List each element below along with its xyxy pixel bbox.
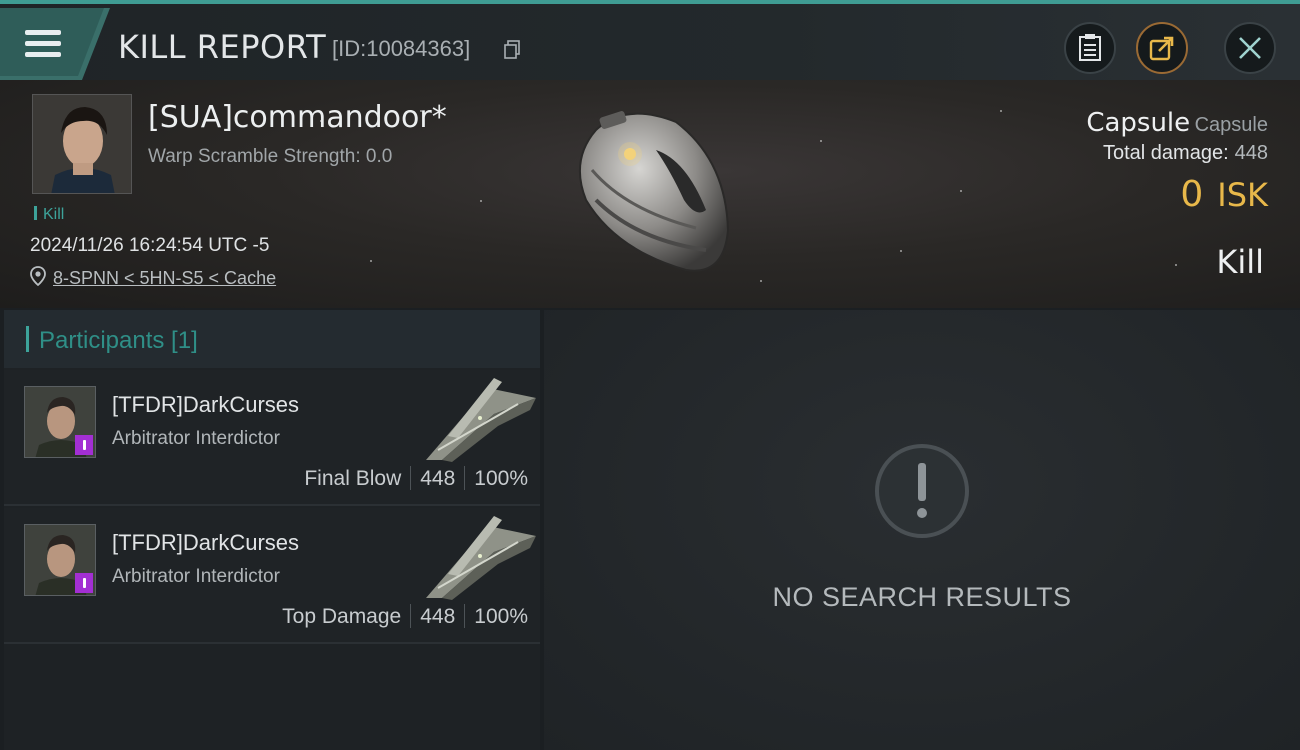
victim-warp-scramble: Warp Scramble Strength: 0.0 — [148, 146, 393, 167]
participants-header: Participants [1] — [4, 310, 540, 368]
total-damage-label: Total damage: — [1102, 142, 1229, 164]
share-icon — [1149, 36, 1174, 61]
kill-summary-banner: [SUA]commandoor* Warp Scramble Strength:… — [0, 80, 1300, 308]
participant-damage: 448 — [420, 467, 456, 490]
participant-stats: Top Damage 448 100% — [282, 604, 528, 629]
report-id: [ID:10084363] — [332, 36, 471, 61]
interdictor-ship-image — [426, 516, 536, 600]
exclamation-icon — [875, 444, 969, 538]
participants-title: Participants [1] — [26, 326, 198, 355]
total-damage: Total damage: 448 — [1103, 142, 1268, 165]
victim-avatar[interactable] — [32, 94, 132, 194]
participant-row[interactable]: [TFDR]DarkCurses Arbitrator Interdictor … — [4, 508, 540, 644]
capsule-ship-image — [579, 111, 730, 272]
share-button[interactable] — [1136, 22, 1188, 74]
isk-unit: ISK — [1217, 176, 1268, 214]
victim-name[interactable]: [SUA]commandoor* — [148, 100, 447, 135]
participant-percent: 100% — [474, 605, 528, 628]
participant-ship: Arbitrator Interdictor — [112, 566, 280, 587]
result-label: Kill — [1216, 243, 1264, 281]
isk-value: 0 ISK — [1180, 174, 1268, 215]
details-panel: NO SEARCH RESULTS — [544, 310, 1300, 750]
page-title: KILL REPORT — [118, 28, 327, 66]
close-button[interactable] — [1224, 22, 1276, 74]
participant-stats: Final Blow 448 100% — [304, 466, 528, 491]
isk-amount: 0 — [1180, 174, 1204, 215]
victim-ship-type: Capsule Capsule — [1086, 108, 1268, 138]
total-damage-value: 448 — [1234, 142, 1268, 164]
interdictor-ship-image — [426, 378, 536, 462]
participant-percent: 100% — [474, 467, 528, 490]
ship-name: Capsule — [1194, 114, 1268, 136]
menu-icon — [25, 30, 61, 60]
participant-role: Final Blow — [304, 467, 402, 490]
corp-badge-icon — [75, 573, 93, 593]
participant-name[interactable]: [TFDR]DarkCurses — [112, 530, 299, 556]
participant-role: Top Damage — [282, 605, 402, 628]
participant-ship: Arbitrator Interdictor — [112, 428, 280, 449]
close-icon — [1239, 37, 1261, 59]
no-results-message: NO SEARCH RESULTS — [772, 582, 1072, 612]
clipboard-button[interactable] — [1064, 22, 1116, 74]
kill-datetime: 2024/11/26 16:24:54 UTC -5 — [30, 235, 270, 256]
copy-icon[interactable] — [504, 40, 521, 60]
menu-button[interactable] — [0, 8, 110, 80]
participant-avatar[interactable] — [24, 386, 96, 458]
ship-class: Capsule — [1086, 108, 1191, 138]
participant-damage: 448 — [420, 605, 456, 628]
participant-row[interactable]: [TFDR]DarkCurses Arbitrator Interdictor … — [4, 370, 540, 506]
clipboard-icon — [1079, 34, 1101, 61]
participant-avatar[interactable] — [24, 524, 96, 596]
location-pin-icon — [30, 266, 46, 286]
corp-badge-icon — [75, 435, 93, 455]
header-bar: KILL REPORT [ID:10084363] — [0, 4, 1300, 80]
location-link[interactable]: 8-SPNN < 5HN-S5 < Cache — [53, 268, 276, 289]
participant-name[interactable]: [TFDR]DarkCurses — [112, 392, 299, 418]
kill-tag: Kill — [34, 206, 64, 224]
participants-panel: Participants [1] [TFDR]DarkCurses Arbitr… — [4, 310, 540, 750]
